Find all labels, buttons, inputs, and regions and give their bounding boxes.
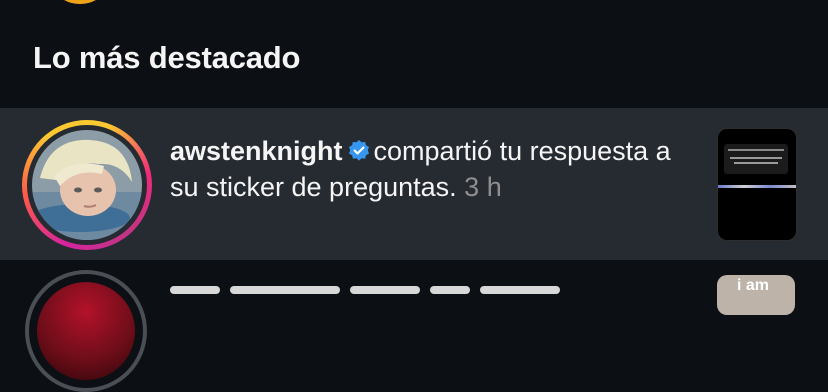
notification-text: awstenknight compartió tu respuesta a su …	[170, 135, 690, 204]
next-thumbnail-text: i am	[737, 277, 770, 294]
avatar	[32, 130, 142, 240]
username-link[interactable]: awstenknight	[170, 136, 343, 166]
verified-badge-icon	[347, 138, 371, 171]
story-ring[interactable]	[22, 120, 152, 250]
section-title: Lo más destacado	[33, 40, 301, 75]
notification-row[interactable]: awstenknight compartió tu respuesta a su …	[0, 108, 828, 260]
timestamp: 3 h	[464, 172, 502, 202]
story-thumbnail[interactable]	[717, 128, 797, 241]
next-avatar[interactable]	[25, 270, 147, 392]
next-story-thumbnail[interactable]: i am	[717, 275, 795, 315]
question-sticker-preview	[724, 144, 788, 174]
previous-avatar-ring[interactable]	[47, 0, 113, 4]
next-notification-text	[170, 280, 690, 294]
